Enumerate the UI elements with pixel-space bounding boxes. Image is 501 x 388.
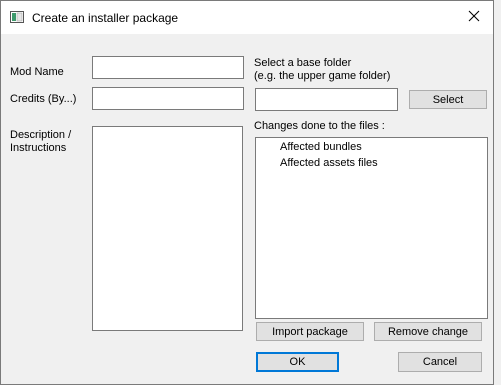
credits-label: Credits (By...)	[10, 93, 77, 105]
changes-tree[interactable]: Affected bundles Affected assets files	[255, 137, 488, 319]
tree-item-affected-bundles[interactable]: Affected bundles	[280, 141, 362, 153]
description-label-line1: Description /	[10, 129, 72, 141]
remove-change-button[interactable]: Remove change	[374, 322, 482, 341]
dialog-window: Create an installer package Mod Name Cre…	[0, 0, 494, 385]
window-app-icon	[10, 11, 24, 23]
base-folder-label-line1: Select a base folder	[254, 57, 352, 69]
base-folder-input[interactable]	[255, 88, 398, 111]
cancel-button[interactable]: Cancel	[398, 352, 482, 372]
background-window-edge	[494, 0, 501, 388]
window-title: Create an installer package	[32, 11, 179, 25]
mod-name-label: Mod Name	[10, 66, 64, 78]
title-bar[interactable]: Create an installer package	[1, 1, 493, 34]
base-folder-label-line2: (e.g. the upper game folder)	[254, 70, 391, 82]
description-label-line2: Instructions	[10, 142, 67, 154]
select-folder-button[interactable]: Select	[409, 90, 487, 109]
close-icon	[468, 10, 480, 25]
changes-label: Changes done to the files :	[254, 120, 385, 132]
close-button[interactable]	[455, 1, 493, 34]
description-textarea[interactable]	[92, 126, 243, 331]
tree-item-affected-assets-files[interactable]: Affected assets files	[280, 157, 378, 169]
mod-name-input[interactable]	[92, 56, 244, 79]
ok-button[interactable]: OK	[256, 352, 339, 372]
credits-input[interactable]	[92, 87, 244, 110]
import-package-button[interactable]: Import package	[256, 322, 364, 341]
